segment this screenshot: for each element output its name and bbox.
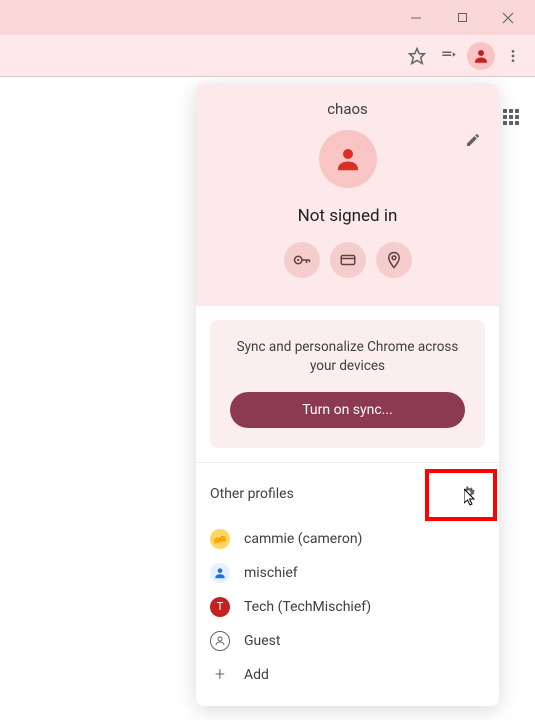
minimize-button[interactable] bbox=[393, 2, 439, 34]
passwords-icon[interactable] bbox=[284, 242, 320, 278]
edit-profile-icon[interactable] bbox=[465, 132, 481, 152]
profile-label: mischief bbox=[244, 565, 298, 581]
profile-label: Guest bbox=[244, 633, 280, 649]
popup-header: chaos Not signed in bbox=[196, 84, 499, 306]
media-control-icon[interactable] bbox=[435, 42, 463, 70]
profile-popup: chaos Not signed in Sync and p bbox=[196, 84, 499, 706]
browser-toolbar bbox=[0, 35, 535, 77]
profile-label: cammie (cameron) bbox=[244, 531, 362, 547]
window-titlebar bbox=[0, 0, 535, 35]
signin-status: Not signed in bbox=[212, 206, 483, 226]
profile-name: chaos bbox=[212, 100, 483, 118]
turn-on-sync-button[interactable]: Turn on sync... bbox=[230, 392, 465, 428]
avatar-icon bbox=[210, 563, 230, 583]
other-profiles-section: Other profiles 🧀 cammie (cameron) mischi… bbox=[196, 473, 499, 706]
profile-avatar bbox=[319, 130, 377, 188]
close-button[interactable] bbox=[485, 2, 531, 34]
profile-label: Tech (TechMischief) bbox=[244, 599, 371, 615]
profile-label: Add bbox=[244, 667, 269, 683]
payments-icon[interactable] bbox=[330, 242, 366, 278]
profile-feature-icons bbox=[212, 242, 483, 278]
profile-row-guest[interactable]: Guest bbox=[210, 624, 485, 658]
profile-row-mischief[interactable]: mischief bbox=[210, 556, 485, 590]
account-avatar-button[interactable] bbox=[467, 42, 495, 70]
avatar-icon: T bbox=[210, 597, 230, 617]
other-profiles-title: Other profiles bbox=[210, 486, 294, 502]
page-content: chaos Not signed in Sync and p bbox=[0, 77, 535, 720]
addresses-icon[interactable] bbox=[376, 242, 412, 278]
profile-row-tech[interactable]: T Tech (TechMischief) bbox=[210, 590, 485, 624]
maximize-button[interactable] bbox=[439, 2, 485, 34]
sync-message: Sync and personalize Chrome across your … bbox=[230, 338, 465, 376]
overflow-menu-icon[interactable] bbox=[499, 42, 527, 70]
profile-row-add[interactable]: + Add bbox=[210, 658, 485, 692]
manage-profiles-button[interactable] bbox=[452, 483, 485, 506]
plus-icon: + bbox=[210, 665, 230, 685]
bookmark-star-icon[interactable] bbox=[403, 42, 431, 70]
sync-panel: Sync and personalize Chrome across your … bbox=[210, 320, 485, 448]
divider bbox=[196, 462, 499, 463]
avatar-icon: 🧀 bbox=[210, 529, 230, 549]
apps-grid-icon[interactable] bbox=[501, 107, 521, 127]
profile-row-cammie[interactable]: 🧀 cammie (cameron) bbox=[210, 522, 485, 556]
guest-icon bbox=[210, 631, 230, 651]
